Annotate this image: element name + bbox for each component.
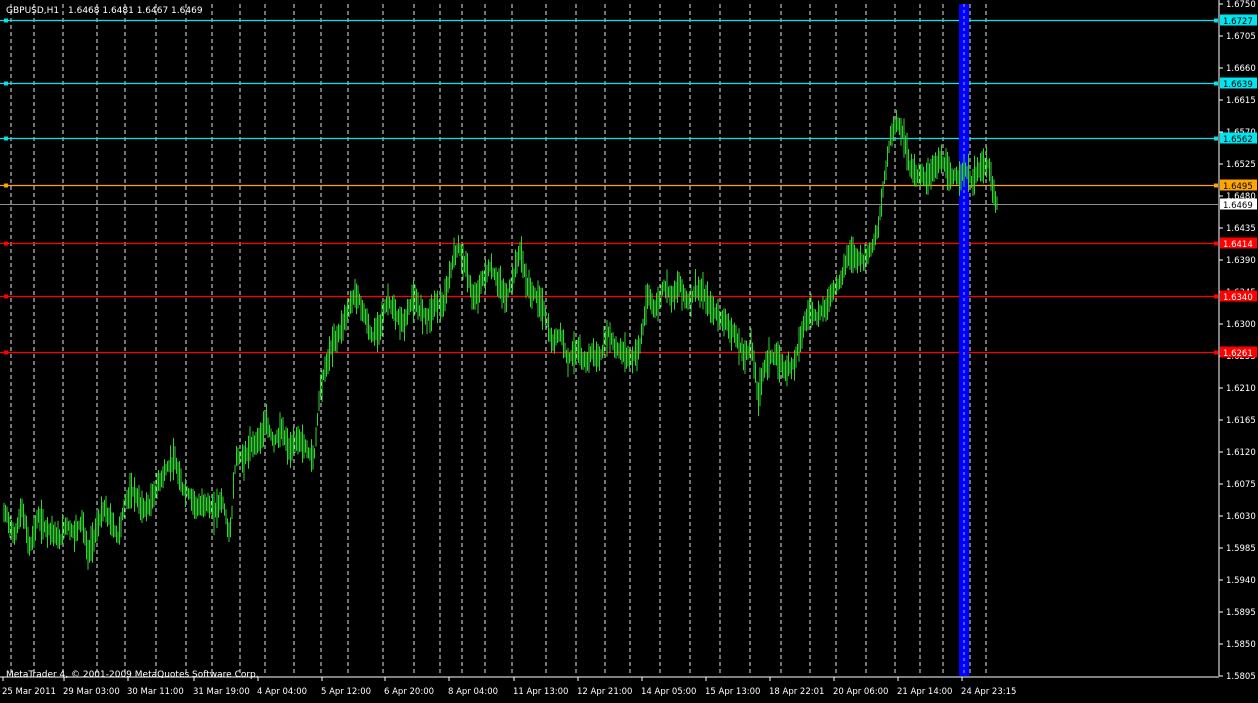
price-chart[interactable]: 1.67501.67051.66601.66151.65701.65251.64… [0,0,1258,699]
level-handle-right[interactable] [1214,241,1218,246]
x-tick-label: 25 Mar 2011 [2,687,56,697]
y-tick-label: 1.6615 [1226,96,1256,106]
level-handle-left[interactable] [4,183,8,188]
price-level-tag-text: 1.6639 [1223,80,1253,90]
chart-svg[interactable]: 1.67501.67051.66601.66151.65701.65251.64… [0,0,1258,699]
level-handle-right[interactable] [1214,81,1218,86]
price-level-tag-text: 1.6340 [1223,293,1253,303]
ohlc-label: 1.6468 1.6481 1.6467 1.6469 [68,6,203,16]
level-handle-right[interactable] [1214,350,1218,355]
y-tick-label: 1.6120 [1226,448,1256,458]
level-handle-right[interactable] [1214,18,1218,23]
level-handle-left[interactable] [4,18,8,23]
price-level-tag-text: 1.6261 [1223,349,1253,359]
symbol-label: GBPUSD,H1 [6,6,59,16]
price-level-tag-text: 1.6495 [1223,182,1253,192]
y-tick-label: 1.6525 [1226,160,1256,170]
price-level-tag-text: 1.6727 [1223,17,1253,27]
level-handle-left[interactable] [4,241,8,246]
x-tick-label: 15 Apr 13:00 [705,687,760,697]
level-handle-right[interactable] [1214,183,1218,188]
y-tick-label: 1.6390 [1226,256,1256,266]
x-tick-label: 24 Apr 23:15 [961,687,1016,697]
y-tick-label: 1.6075 [1226,480,1256,490]
x-tick-label: 8 Apr 04:00 [448,687,498,697]
x-tick-label: 18 Apr 22:01 [769,687,824,697]
price-level-tag-text: 1.6562 [1223,135,1253,145]
level-handle-left[interactable] [4,350,8,355]
x-tick-label: 21 Apr 14:00 [897,687,952,697]
x-tick-label: 31 Mar 19:00 [193,687,250,697]
y-tick-label: 1.5940 [1226,576,1256,586]
level-handle-right[interactable] [1214,136,1218,141]
level-handle-left[interactable] [4,136,8,141]
y-tick-label: 1.6030 [1226,512,1256,522]
x-tick-label: 5 Apr 12:00 [321,687,371,697]
y-tick-label: 1.6435 [1226,224,1256,234]
x-tick-label: 20 Apr 06:00 [833,687,888,697]
y-tick-label: 1.6750 [1226,0,1256,10]
y-tick-label: 1.5985 [1226,544,1256,554]
x-tick-label: 12 Apr 21:00 [577,687,632,697]
x-tick-label: 4 Apr 04:00 [257,687,307,697]
y-tick-label: 1.6165 [1226,416,1256,426]
y-tick-label: 1.6210 [1226,384,1256,394]
y-tick-label: 1.6300 [1226,320,1256,330]
y-tick-label: 1.5850 [1226,640,1256,650]
vertical-marker-group[interactable] [959,4,969,676]
x-tick-label: 6 Apr 20:00 [384,687,434,697]
level-handle-left[interactable] [4,294,8,299]
price-level-tag-text: 1.6414 [1223,240,1253,250]
y-tick-label: 1.6705 [1226,32,1256,42]
x-tick-label: 29 Mar 03:00 [63,687,120,697]
x-tick-label: 14 Apr 05:00 [641,687,696,697]
y-tick-label: 1.5805 [1226,672,1256,682]
x-tick-label: 11 Apr 13:00 [513,687,568,697]
x-tick-label: 30 Mar 11:00 [127,687,184,697]
y-tick-label: 1.5895 [1226,608,1256,618]
y-tick-label: 1.6660 [1226,64,1256,74]
bid-tag-text: 1.6469 [1223,201,1253,211]
level-handle-right[interactable] [1214,294,1218,299]
level-handle-left[interactable] [4,81,8,86]
copyright-label: MetaTrader 4, © 2001-2009 MetaQuotes Sof… [6,670,259,680]
